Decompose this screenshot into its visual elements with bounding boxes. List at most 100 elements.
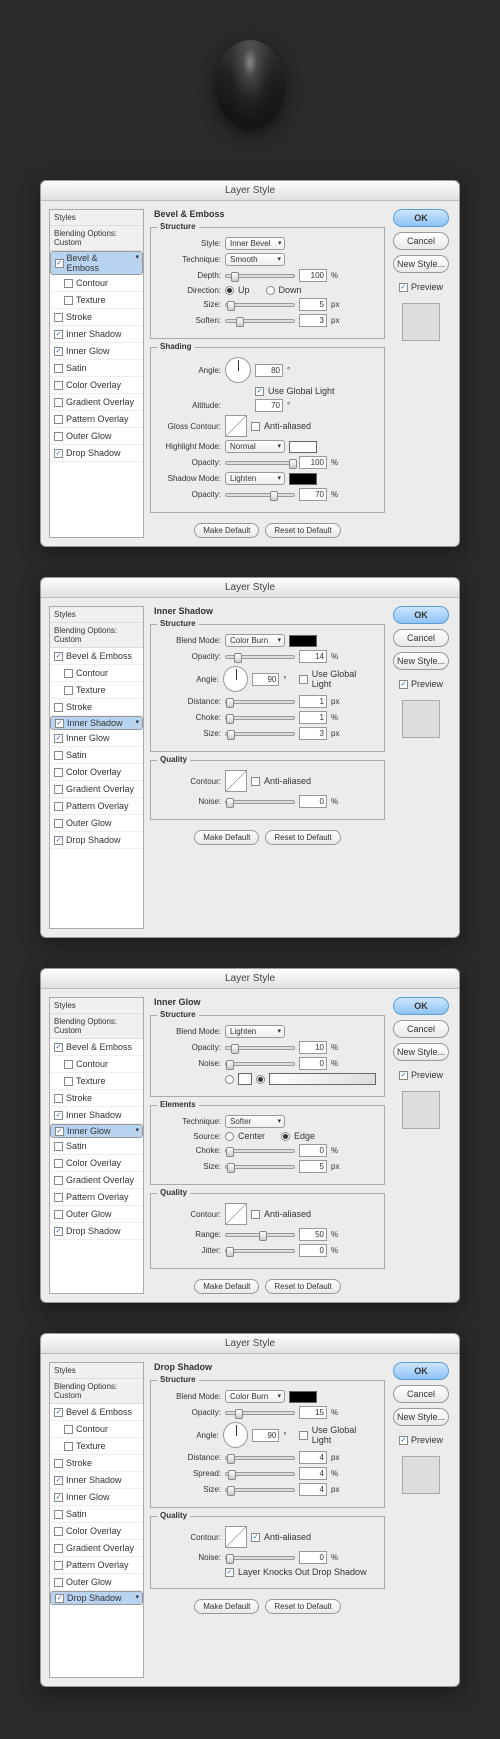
sidebar-item-patternoverlay[interactable]: Pattern Overlay [50,1189,143,1206]
soften-input[interactable]: 3 [299,314,327,327]
checkbox-icon[interactable] [54,802,63,811]
sidebar-item-innershadow[interactable]: Inner Shadow [50,716,143,730]
contour-picker[interactable] [225,770,247,792]
checkbox-icon[interactable] [64,1442,73,1451]
checkbox-icon[interactable] [54,768,63,777]
ok-button[interactable]: OK [393,1362,449,1380]
cancel-button[interactable]: Cancel [393,629,449,647]
antialiased-checkbox[interactable] [251,422,260,431]
sidebar-item-satin[interactable]: Satin [50,747,143,764]
newstyle-button[interactable]: New Style... [393,255,449,273]
checkbox-icon[interactable] [54,1544,63,1553]
resetdefault-button[interactable]: Reset to Default [265,1599,340,1614]
sidebar-item-coloroverlay[interactable]: Color Overlay [50,377,143,394]
sidebar-item-gradientoverlay[interactable]: Gradient Overlay [50,394,143,411]
sidebar-item-satin[interactable]: Satin [50,360,143,377]
radio-center[interactable] [225,1132,234,1141]
sidebar-item-coloroverlay[interactable]: Color Overlay [50,1523,143,1540]
makedefault-button[interactable]: Make Default [194,523,259,538]
depth-input[interactable]: 100 [299,269,327,282]
noise-slider[interactable] [225,1062,295,1066]
hlcolor-swatch[interactable] [289,441,317,453]
sidebar-item-innerglow[interactable]: Inner Glow [50,1124,143,1138]
size-slider[interactable] [225,1488,295,1492]
sidebar-item-texture[interactable]: Texture [50,1438,143,1455]
sidebar-item-innershadow[interactable]: Inner Shadow [50,1107,143,1124]
radio-down[interactable] [266,286,275,295]
preview-checkbox[interactable] [399,680,408,689]
noise-slider[interactable] [225,1556,295,1560]
size-input[interactable]: 3 [299,727,327,740]
sidebar-item-patternoverlay[interactable]: Pattern Overlay [50,798,143,815]
radio-edge[interactable] [281,1132,290,1141]
checkbox-icon[interactable] [54,819,63,828]
altitude-input[interactable]: 70 [255,399,283,412]
checkbox-icon[interactable] [54,1408,63,1417]
sidebar-item-dropshadow[interactable]: Drop Shadow [50,1591,143,1605]
blendmode-select[interactable]: Lighten [225,1025,285,1038]
cancel-button[interactable]: Cancel [393,1020,449,1038]
checkbox-icon[interactable] [54,330,63,339]
noise-input[interactable]: 0 [299,1551,327,1564]
checkbox-icon[interactable] [54,1176,63,1185]
jitter-input[interactable]: 0 [299,1244,327,1257]
sidebar-item-contour[interactable]: Contour [50,1421,143,1438]
sidebar-item-innerglow[interactable]: Inner Glow [50,730,143,747]
checkbox-icon[interactable] [54,836,63,845]
style-select[interactable]: Inner Bevel [225,237,285,250]
distance-input[interactable]: 4 [299,1451,327,1464]
size-input[interactable]: 5 [299,298,327,311]
sidebar-item-innershadow[interactable]: Inner Shadow [50,1472,143,1489]
color-swatch[interactable] [238,1073,252,1085]
checkbox-icon[interactable] [64,686,73,695]
sidebar-item-satin[interactable]: Satin [50,1138,143,1155]
checkbox-icon[interactable] [54,1561,63,1570]
radio-color[interactable] [225,1075,234,1084]
makedefault-button[interactable]: Make Default [194,830,259,845]
sidebar-item-dropshadow[interactable]: Drop Shadow [50,445,143,462]
sidebar-item-contour[interactable]: Contour [50,1056,143,1073]
shopacity-input[interactable]: 70 [299,488,327,501]
checkbox-icon[interactable] [54,313,63,322]
angle-dial[interactable] [223,1422,248,1448]
useglobal-checkbox[interactable] [255,387,264,396]
spread-slider[interactable] [225,1472,295,1476]
sidebar-item-coloroverlay[interactable]: Color Overlay [50,1155,143,1172]
sidebar-item-stroke[interactable]: Stroke [50,1090,143,1107]
opacity-slider[interactable] [225,1411,295,1415]
distance-input[interactable]: 1 [299,695,327,708]
radio-up[interactable] [225,286,234,295]
checkbox-icon[interactable] [54,398,63,407]
checkbox-icon[interactable] [64,279,73,288]
useglobal-checkbox[interactable] [299,675,308,684]
distance-slider[interactable] [225,1456,295,1460]
checkbox-icon[interactable] [54,1210,63,1219]
checkbox-icon[interactable] [54,1142,63,1151]
checkbox-icon[interactable] [54,1094,63,1103]
checkbox-icon[interactable] [54,703,63,712]
newstyle-button[interactable]: New Style... [393,1408,449,1426]
hlopacity-input[interactable]: 100 [299,456,327,469]
checkbox-icon[interactable] [54,1510,63,1519]
checkbox-icon[interactable] [54,381,63,390]
angle-input[interactable]: 90 [252,673,279,686]
checkbox-icon[interactable] [54,785,63,794]
blendmode-select[interactable]: Color Burn [225,634,285,647]
newstyle-button[interactable]: New Style... [393,1043,449,1061]
sidebar-item-bevel[interactable]: Bevel & Emboss [50,251,143,275]
contour-picker[interactable] [225,1526,247,1548]
sidebar-item-patternoverlay[interactable]: Pattern Overlay [50,411,143,428]
preview-checkbox[interactable] [399,283,408,292]
angle-input[interactable]: 90 [252,1429,279,1442]
sidebar-item-outerglow[interactable]: Outer Glow [50,428,143,445]
checkbox-icon[interactable] [54,415,63,424]
sidebar-header-blending[interactable]: Blending Options: Custom [50,226,143,251]
sidebar-item-outerglow[interactable]: Outer Glow [50,1574,143,1591]
sidebar-item-outerglow[interactable]: Outer Glow [50,815,143,832]
hlopacity-slider[interactable] [225,461,295,465]
checkbox-icon[interactable] [64,1060,73,1069]
sidebar-item-innerglow[interactable]: Inner Glow [50,1489,143,1506]
checkbox-icon[interactable] [54,347,63,356]
technique-select[interactable]: Smooth [225,253,285,266]
ok-button[interactable]: OK [393,606,449,624]
